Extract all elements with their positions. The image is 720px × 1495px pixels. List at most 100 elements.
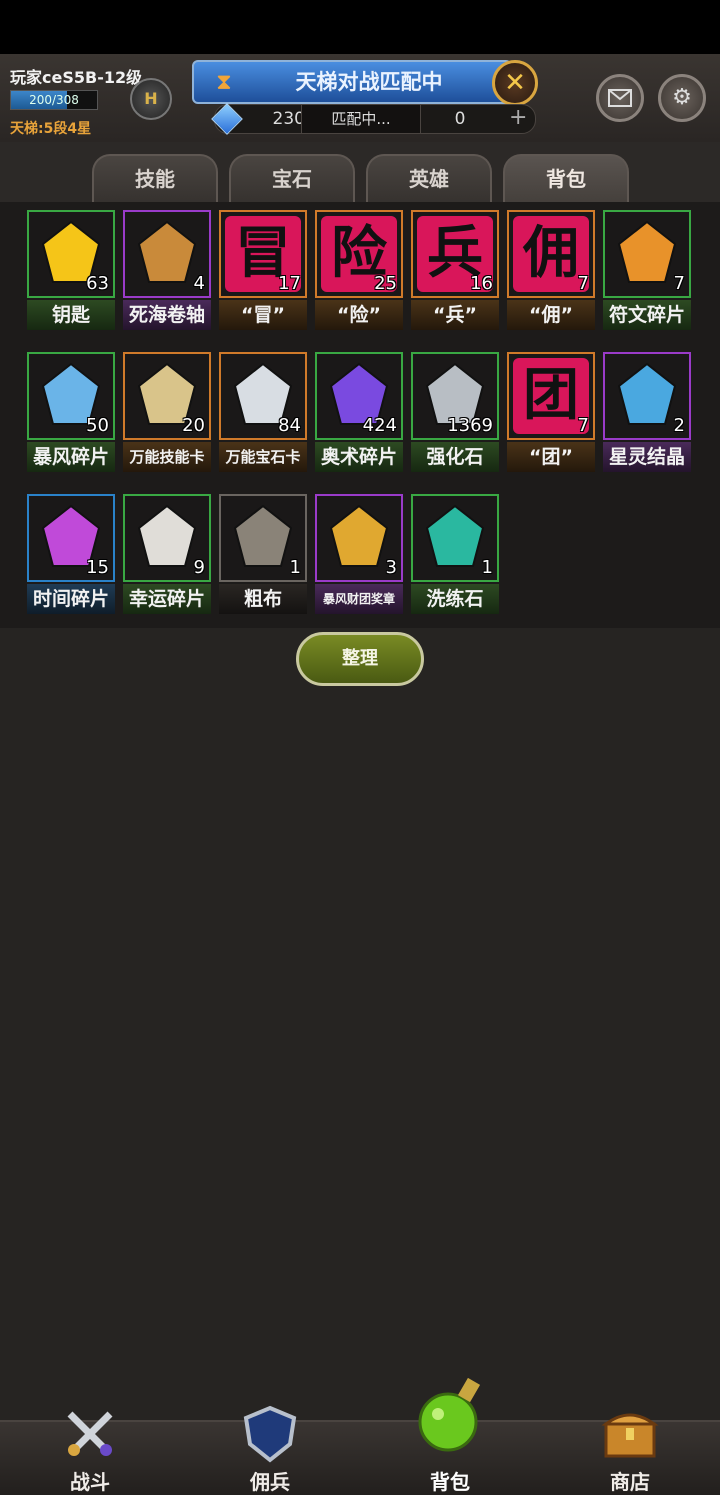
nav-mercenary[interactable]: 佣兵 [180,1405,360,1495]
tab-skills[interactable]: 技能 [92,154,218,202]
cancel-match-button[interactable]: ✕ [492,60,538,106]
tab-heroes[interactable]: 英雄 [366,154,492,202]
item-name: 死海卷轴 [123,300,211,330]
add-currency-button[interactable]: + [509,105,527,131]
inventory-item[interactable]: 1 粗布 [219,494,307,616]
item-count: 1 [481,557,493,578]
tab-backpack[interactable]: 背包 [503,154,629,202]
inventory-item[interactable]: 9 幸运碎片 [123,494,211,616]
item-icon-frame: 冒 17 [219,210,307,298]
header: 玩家ceS5B-12级 200/308 天梯:5段4星 H ⧗ 天梯对战匹配中 … [0,54,720,144]
item-icon-frame: 1 [219,494,307,582]
inventory-item[interactable]: 3 暴风财团奖章 [315,494,403,616]
item-count: 7 [673,273,685,294]
treasure-chest-icon [601,1413,659,1458]
item-name: 星灵结晶 [603,442,691,472]
tab-gems[interactable]: 宝石 [229,154,355,202]
item-count: 63 [86,273,109,294]
gem-count: 230 [272,109,305,129]
item-count: 15 [86,557,109,578]
ladder-rank-text: 天梯:5段4星 [10,121,92,137]
nav-label-battle: 战斗 [70,1470,110,1494]
item-count: 4 [193,273,205,294]
item-name: 粗布 [219,584,307,614]
status-bar-area [0,0,720,54]
bottom-nav: 战斗 佣兵 背包 商店 [0,1377,720,1495]
item-icon-frame: 50 [27,352,115,440]
item-count: 7 [577,273,589,294]
hourglass-icon: ⧗ [216,70,232,95]
nav-label-mercenary: 佣兵 [250,1470,290,1494]
currency-bar: 230 匹配中... 0 + [211,103,536,135]
inventory-item[interactable]: 20 万能技能卡 [123,352,211,474]
item-count: 3 [385,557,397,578]
item-icon-frame: 兵 16 [411,210,499,298]
shield-icon [243,1405,297,1463]
inventory-item[interactable]: 兵 16 “兵” [411,210,499,332]
item-name: “兵” [411,300,499,330]
inventory-item[interactable]: 50 暴风碎片 [27,352,115,474]
item-count: 1 [289,557,301,578]
item-icon-frame: 20 [123,352,211,440]
item-icon-frame: 2 [603,352,691,440]
item-icon-frame: 险 25 [315,210,403,298]
inventory-item[interactable]: 团 7 “团” [507,352,595,474]
item-name: 洗练石 [411,584,499,614]
inventory-item[interactable]: 4 死海卷轴 [123,210,211,332]
inventory-item[interactable]: 7 符文碎片 [603,210,691,332]
item-icon-frame: 84 [219,352,307,440]
secondary-currency-count: 0 [454,109,466,129]
inventory-item[interactable]: 险 25 “险” [315,210,403,332]
item-count: 16 [470,273,493,294]
item-name: 幸运碎片 [123,584,211,614]
ladder-match-banner: ⧗ 天梯对战匹配中 [192,60,512,104]
item-name: 钥匙 [27,300,115,330]
item-name: “团” [507,442,595,472]
item-icon-frame: 1369 [411,352,499,440]
xp-text: 200/308 [29,93,79,107]
item-count: 7 [577,415,589,436]
nav-label-shop: 商店 [610,1470,650,1494]
inventory-item[interactable]: 63 钥匙 [27,210,115,332]
item-count: 50 [86,415,109,436]
inventory-item[interactable]: 2 星灵结晶 [603,352,691,474]
inventory-grid: 63 钥匙 4 死海卷轴冒 17 “冒” 险 25 “险” 兵 16 “兵” 佣 7 “佣” 7 符文碎片 50 暴… [0,202,720,628]
item-count: 84 [278,415,301,436]
inventory-item[interactable]: 佣 7 “佣” [507,210,595,332]
tab-bar: 技能 宝石 英雄 背包 [0,142,720,202]
item-count: 25 [374,273,397,294]
item-icon-frame: 团7 [507,352,595,440]
item-icon-frame: 佣7 [507,210,595,298]
item-name: “冒” [219,300,307,330]
nav-backpack[interactable]: 背包 [360,1377,540,1495]
gear-icon: ⚙ [672,85,692,110]
inventory-item[interactable]: 424 奥术碎片 [315,352,403,474]
sort-button[interactable]: 整理 [296,632,424,686]
item-count: 9 [193,557,205,578]
nav-label-backpack: 背包 [430,1470,470,1494]
item-icon-frame: 7 [603,210,691,298]
item-name: 万能技能卡 [123,442,211,472]
item-name: 符文碎片 [603,300,691,330]
crossed-swords-icon [67,1411,113,1456]
match-title: 天梯对战匹配中 [295,70,443,94]
xp-bar: 200/308 [10,90,98,110]
rank-badge-icon[interactable]: H [130,78,172,120]
item-name: 暴风碎片 [27,442,115,472]
item-name: 时间碎片 [27,584,115,614]
item-count: 20 [182,415,205,436]
inventory-item[interactable]: 1369 强化石 [411,352,499,474]
inventory-item[interactable]: 冒 17 “冒” [219,210,307,332]
nav-battle[interactable]: 战斗 [0,1411,180,1495]
mail-icon [608,89,632,107]
inventory-item[interactable]: 84 万能宝石卡 [219,352,307,474]
nav-shop[interactable]: 商店 [540,1413,720,1495]
settings-button[interactable]: ⚙ [658,74,706,122]
inventory-item[interactable]: 1 洗练石 [411,494,499,616]
item-name: “佣” [507,300,595,330]
item-count: 1369 [447,415,493,436]
gem-icon [211,103,243,135]
item-name: 强化石 [411,442,499,472]
inventory-item[interactable]: 15 时间碎片 [27,494,115,616]
mail-button[interactable] [596,74,644,122]
